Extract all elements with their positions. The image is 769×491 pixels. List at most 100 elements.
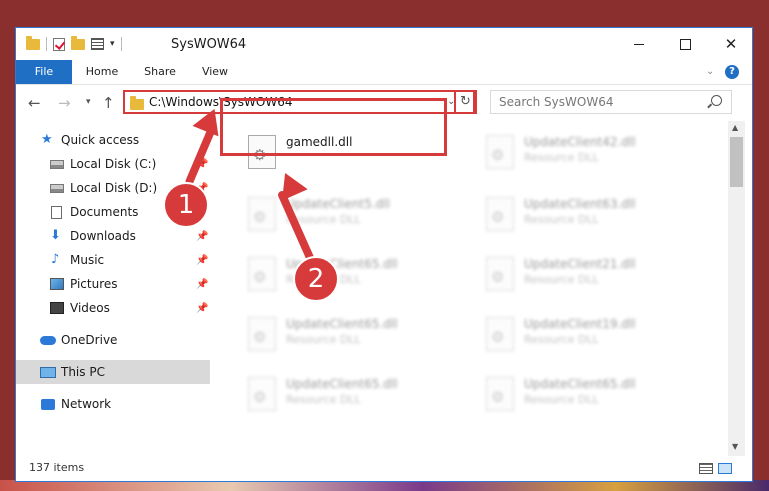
nav-item-label: Pictures (70, 277, 118, 291)
refresh-icon: ↻ (460, 94, 471, 109)
nav-item-label: Local Disk (C:) (70, 157, 157, 171)
new-folder-icon[interactable] (71, 35, 85, 50)
maximize-button[interactable] (662, 28, 708, 60)
dll-file-icon (248, 377, 276, 411)
status-bar: 137 items (16, 456, 752, 481)
file-type: Resource DLL (524, 213, 599, 226)
videos-icon (50, 302, 64, 314)
nav-item-pictures[interactable]: Pictures 📌 (16, 272, 210, 296)
highlight-gamedll-box (220, 98, 447, 156)
step-badge-2: 2 (293, 256, 339, 302)
file-item[interactable]: UpdateClient19.dll Resource DLL (476, 311, 706, 359)
window-title: SysWOW64 (171, 37, 247, 52)
nav-item-network[interactable]: Network (16, 392, 210, 416)
details-view-icon[interactable] (699, 463, 713, 474)
file-item[interactable]: UpdateClient63.dll Resource DLL (476, 191, 706, 239)
music-icon: ♪ (51, 252, 60, 267)
nav-item-this-pc[interactable]: This PC (16, 360, 210, 384)
nav-item-label: Videos (70, 301, 110, 315)
documents-icon (51, 205, 62, 219)
close-button[interactable]: ✕ (708, 28, 752, 60)
tab-file[interactable]: File (16, 60, 72, 84)
recent-locations-chevron-icon[interactable]: ▾ (86, 97, 91, 107)
nav-item-label: Quick access (61, 133, 140, 147)
scrollbar-thumb[interactable] (730, 137, 743, 187)
forward-arrow-icon[interactable]: → (58, 94, 71, 112)
nav-item-label: Network (61, 397, 112, 411)
dll-file-icon (486, 135, 514, 169)
file-item[interactable]: UpdateClient5.dll Resource DLL (238, 191, 468, 239)
file-name: UpdateClient42.dll (524, 135, 636, 149)
expand-ribbon-chevron-icon[interactable]: ⌄ (706, 66, 714, 77)
tab-home[interactable]: Home (76, 60, 128, 84)
tab-view[interactable]: View (192, 60, 238, 84)
file-item[interactable]: UpdateClient65.dll Resource DLL (476, 371, 706, 419)
dll-file-icon (486, 257, 514, 291)
nav-item-videos[interactable]: Videos 📌 (16, 296, 210, 320)
file-type: Resource DLL (524, 273, 599, 286)
back-arrow-icon[interactable]: ← (28, 94, 41, 112)
nav-item-onedrive[interactable]: OneDrive (16, 328, 210, 352)
customize-toolbar-dropdown-icon[interactable]: ▾ (110, 39, 115, 49)
pin-icon[interactable]: 📌 (196, 303, 208, 314)
pin-icon[interactable]: 📌 (196, 231, 208, 242)
large-icons-view-icon[interactable] (718, 463, 732, 474)
vertical-scrollbar[interactable]: ▲ ▼ (728, 121, 745, 456)
pin-icon[interactable]: 📌 (196, 255, 208, 266)
download-icon: ⬇ (50, 228, 61, 243)
step-badge-1: 1 (163, 182, 209, 228)
drive-icon (50, 183, 64, 193)
nav-item-label: Music (70, 253, 105, 267)
file-item[interactable]: UpdateClient65.dll Resource DLL (238, 371, 468, 419)
close-icon: ✕ (724, 35, 738, 53)
nav-item-label: Documents (70, 205, 139, 219)
maximize-icon (679, 38, 691, 50)
properties-check-icon[interactable] (53, 37, 65, 51)
properties-icon[interactable] (91, 38, 104, 50)
quick-access-toolbar: ▾ (26, 35, 122, 51)
scroll-down-icon[interactable]: ▼ (732, 442, 738, 451)
file-item[interactable]: UpdateClient21.dll Resource DLL (476, 251, 706, 299)
toolbar-separator (46, 37, 47, 51)
file-type: Resource DLL (286, 333, 361, 346)
nav-item-quick-access[interactable]: ★ Quick access (16, 128, 210, 152)
file-name: UpdateClient65.dll (286, 317, 398, 331)
network-icon (41, 398, 55, 410)
navigation-pane: ★ Quick access Local Disk (C:) 📌 Local D… (16, 121, 210, 456)
minimize-icon (634, 43, 644, 45)
file-explorer-window: ▾ SysWOW64 ✕ File Home Share View ⌄ ? ← … (15, 27, 753, 482)
pictures-icon (50, 278, 64, 290)
pin-icon[interactable]: 📌 (196, 279, 208, 290)
up-arrow-icon[interactable]: ↑ (102, 94, 115, 112)
file-item[interactable]: UpdateClient42.dll Resource DLL (476, 129, 706, 177)
scroll-up-icon[interactable]: ▲ (732, 123, 738, 132)
file-name: UpdateClient5.dll (286, 197, 390, 211)
dll-file-icon (486, 317, 514, 351)
tab-share[interactable]: Share (136, 60, 184, 84)
file-name: UpdateClient65.dll (286, 377, 398, 391)
search-box[interactable]: Search SysWOW64 (490, 90, 732, 114)
minimize-button[interactable] (616, 28, 662, 60)
folder-icon (130, 96, 144, 110)
dll-file-icon (486, 377, 514, 411)
computer-icon (40, 366, 56, 378)
cloud-icon (40, 335, 56, 345)
file-type: Resource DLL (286, 393, 361, 406)
nav-item-music[interactable]: ♪ Music 📌 (16, 248, 210, 272)
file-type: Resource DLL (524, 393, 599, 406)
file-name: UpdateClient65.dll (524, 377, 636, 391)
dll-file-icon (486, 197, 514, 231)
drive-icon (50, 159, 64, 169)
nav-item-label: OneDrive (61, 333, 118, 347)
nav-item-local-disk-c[interactable]: Local Disk (C:) 📌 (16, 152, 210, 176)
file-name: UpdateClient19.dll (524, 317, 636, 331)
search-icon (711, 95, 722, 106)
help-icon[interactable]: ? (725, 65, 739, 79)
file-item[interactable]: UpdateClient65.dll Resource DLL (238, 251, 468, 299)
dll-file-icon (248, 257, 276, 291)
refresh-button[interactable]: ↻ (454, 90, 477, 114)
toolbar-separator (120, 37, 122, 51)
file-item[interactable]: UpdateClient65.dll Resource DLL (238, 311, 468, 359)
search-input[interactable]: Search SysWOW64 (499, 95, 613, 109)
nav-item-label: This PC (61, 365, 105, 379)
